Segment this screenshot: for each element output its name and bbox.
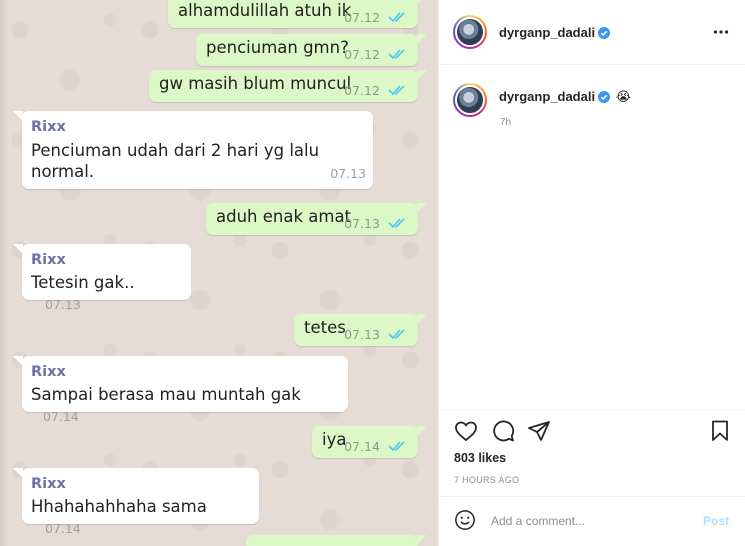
caption-avatar[interactable] (453, 83, 487, 117)
verified-badge-icon (598, 27, 611, 39)
double-check-icon (388, 12, 405, 23)
double-check-icon (388, 85, 405, 96)
likes-count[interactable]: 803 likes (454, 451, 506, 465)
caption-username[interactable]: dyrganp_dadali (499, 89, 595, 104)
message-time: 07.14 (43, 409, 79, 424)
avatar[interactable] (453, 15, 487, 49)
message-time: 07.13 (344, 216, 380, 231)
message-incoming: Rixx Sampai berasa mau muntah gak 07.14 (13, 356, 348, 424)
message-text: iya (322, 430, 347, 449)
message-text: aduh enak amat (216, 207, 352, 226)
message-sender: Rixx (31, 476, 66, 492)
message-incoming: Rixx Tetesin gak.. 07.13 (13, 244, 191, 312)
smiley-icon[interactable] (454, 509, 476, 531)
caption-time-ago: 7h (500, 117, 512, 128)
message-incoming: Rixx Hhahahahhaha sama 07.14 (13, 468, 259, 536)
message-text: alhamdulillah atuh ik (178, 1, 352, 20)
message-sender: Rixx (31, 119, 66, 135)
post-comment-button[interactable]: Post (703, 514, 729, 528)
message-text-line: Penciuman udah dari 2 hari yg lalu (31, 141, 320, 160)
message-time: 07.14 (45, 521, 81, 536)
username-text[interactable]: dyrganp_dadali (499, 25, 595, 40)
message-outgoing: iya 07.14 (312, 426, 427, 458)
double-check-icon (388, 441, 405, 452)
message-text: Sampai berasa mau muntah gak (31, 385, 301, 404)
message-text-line: normal. (31, 162, 95, 181)
message-incoming: Rixx Penciuman udah dari 2 hari yg lalu … (13, 111, 373, 189)
header-divider (439, 64, 745, 65)
double-check-icon (388, 49, 405, 60)
more-horizontal-icon[interactable] (713, 29, 729, 35)
post-timestamp[interactable]: 7 HOURS AGO (454, 475, 519, 485)
comment-input[interactable]: Add a comment... (491, 514, 585, 528)
comment-icon[interactable] (491, 419, 515, 443)
share-icon[interactable] (527, 419, 551, 443)
message-outgoing: penciuman gmn? 07.12 (196, 34, 427, 66)
message-text: gw masih blum muncul (159, 74, 352, 93)
message-time: 07.13 (45, 297, 81, 312)
message-sender: Rixx (31, 252, 66, 268)
message-outgoing: tetes 07.13 (294, 314, 427, 346)
verified-badge-icon (598, 91, 611, 103)
message-sender: Rixx (31, 364, 66, 380)
message-time: 07.13 (344, 327, 380, 342)
actions-divider (439, 409, 745, 410)
message-text: Tetesin gak.. (31, 273, 135, 292)
message-time: 07.12 (344, 83, 380, 98)
message-outgoing: aduh enak amat 07.13 (206, 203, 427, 235)
message-text: penciuman gmn? (206, 38, 349, 57)
message-text: Hhahahahhaha sama (31, 497, 207, 516)
chat-screenshot: alhamdulillah atuh ik 07.12 penciuman gm… (0, 0, 438, 546)
bookmark-icon[interactable] (708, 419, 732, 443)
message-outgoing: gw masih blum muncul 07.12 (149, 70, 427, 102)
message-time: 07.12 (344, 47, 380, 62)
comment-divider (439, 496, 745, 497)
instagram-post-panel: dyrganp_dadali dyrganp_dadali 😭 7h 803 l… (438, 0, 745, 546)
double-check-icon (388, 218, 405, 229)
message-outgoing: alhamdulillah atuh ik 07.12 (168, 0, 427, 28)
double-check-icon (388, 329, 405, 340)
message-time: 07.14 (344, 439, 380, 454)
message-time: 07.12 (344, 10, 380, 25)
message-time: 07.13 (330, 166, 366, 181)
message-outgoing-partial (246, 535, 427, 546)
caption-author: dyrganp_dadali 😭 (499, 89, 631, 105)
message-text: tetes (304, 318, 346, 337)
caption-emoji: 😭 (615, 89, 631, 104)
heart-icon[interactable] (454, 419, 478, 443)
post-author-username[interactable]: dyrganp_dadali (499, 25, 611, 40)
